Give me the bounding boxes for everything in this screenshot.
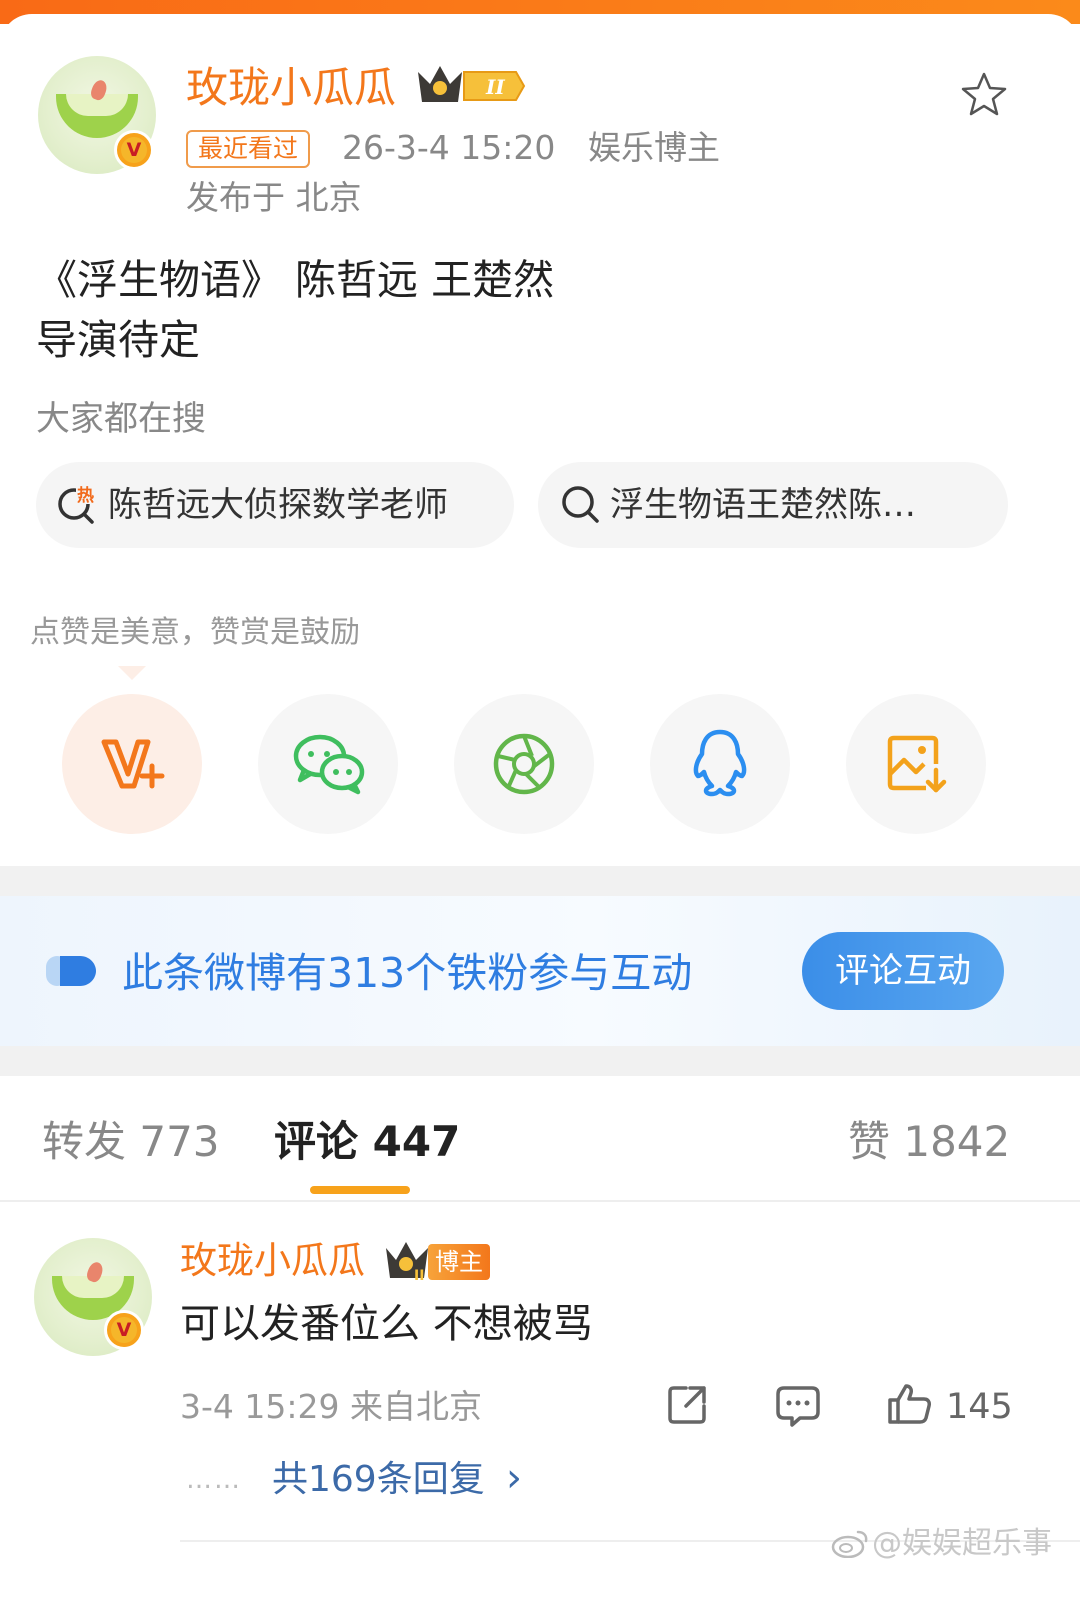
qq-icon — [690, 728, 750, 798]
search-chip-2-label: 浮生物语王楚然陈… — [610, 485, 916, 525]
banner-arrow-icon — [46, 952, 98, 990]
author-role: 娱乐博主 — [588, 128, 720, 167]
tab-divider — [0, 1200, 1080, 1202]
section-divider-2 — [0, 1046, 1080, 1076]
save-image-button[interactable] — [846, 694, 986, 834]
moments-icon — [492, 732, 556, 796]
reward-hint-pointer — [118, 666, 146, 680]
watermark-text: @娱娱超乐事 — [872, 1526, 1052, 1561]
weibo-logo-icon — [830, 1528, 870, 1559]
verified-badge-icon: V — [114, 130, 154, 170]
reward-hint: 点赞是美意，赞赏是鼓励 — [30, 615, 360, 650]
commenter-name[interactable]: 玫珑小瓜瓜 — [180, 1236, 365, 1286]
tab-likes[interactable]: 赞 1842 — [848, 1114, 1010, 1170]
post-timestamp: 26-3-4 15:20 — [342, 128, 556, 167]
search-icon — [560, 484, 602, 526]
wechat-icon — [292, 732, 366, 796]
hot-search-icon: 热 — [56, 482, 100, 526]
search-chip-1-label: 陈哲远大侦探数学老师 — [108, 485, 448, 525]
search-chip-1[interactable]: 热 陈哲远大侦探数学老师 — [36, 462, 514, 548]
commenter-verified-icon: V — [104, 1310, 144, 1350]
view-replies-link[interactable]: 共169条回复 — [272, 1454, 485, 1506]
comment-like-count: 145 — [946, 1387, 1013, 1427]
wechat-share-button[interactable] — [258, 694, 398, 834]
author-name[interactable]: 玫珑小瓜瓜 — [186, 60, 396, 116]
like-comment-icon[interactable] — [886, 1380, 934, 1428]
share-comment-icon[interactable] — [664, 1382, 710, 1428]
v-plus-reward-icon — [100, 734, 166, 794]
tab-active-indicator — [310, 1186, 410, 1194]
post-content-line2: 导演待定 — [36, 316, 200, 364]
tab-comments[interactable]: 评论 447 — [274, 1114, 460, 1170]
search-chip-2[interactable]: 浮生物语王楚然陈… — [538, 462, 1008, 548]
section-divider — [0, 866, 1080, 896]
comment-meta: 3-4 15:29 来自北京 — [180, 1387, 482, 1426]
recently-viewed-tag: 最近看过 — [186, 130, 311, 168]
post-location: 发布于 北京 — [186, 178, 362, 217]
tab-reposts[interactable]: 转发 773 — [42, 1114, 220, 1170]
comment-interact-button[interactable]: 评论互动 — [802, 932, 1004, 1010]
banner-text: 此条微博有313个铁粉参与互动 — [122, 949, 693, 997]
post-content-line1: 《浮生物语》 陈哲远 王楚然 — [36, 256, 555, 304]
reply-comment-icon[interactable] — [774, 1382, 822, 1428]
commenter-crown-icon: II — [384, 1240, 432, 1284]
svg-text:II: II — [485, 75, 505, 99]
svg-text:热: 热 — [77, 485, 94, 506]
crown-level-icon: II — [416, 62, 528, 110]
moments-share-button[interactable] — [454, 694, 594, 834]
author-badge: 博主 — [428, 1244, 490, 1280]
svg-text:II: II — [414, 1268, 424, 1282]
chevron-right-icon: › — [506, 1455, 522, 1501]
v-plus-reward-button[interactable] — [62, 694, 202, 834]
comment-text: 可以发番位么 不想被骂 — [180, 1301, 593, 1347]
replies-dots: …… — [186, 1465, 242, 1495]
search-heading: 大家都在搜 — [36, 399, 206, 439]
favorite-star-icon[interactable] — [960, 70, 1008, 118]
save-image-icon — [886, 734, 948, 794]
qq-share-button[interactable] — [650, 694, 790, 834]
